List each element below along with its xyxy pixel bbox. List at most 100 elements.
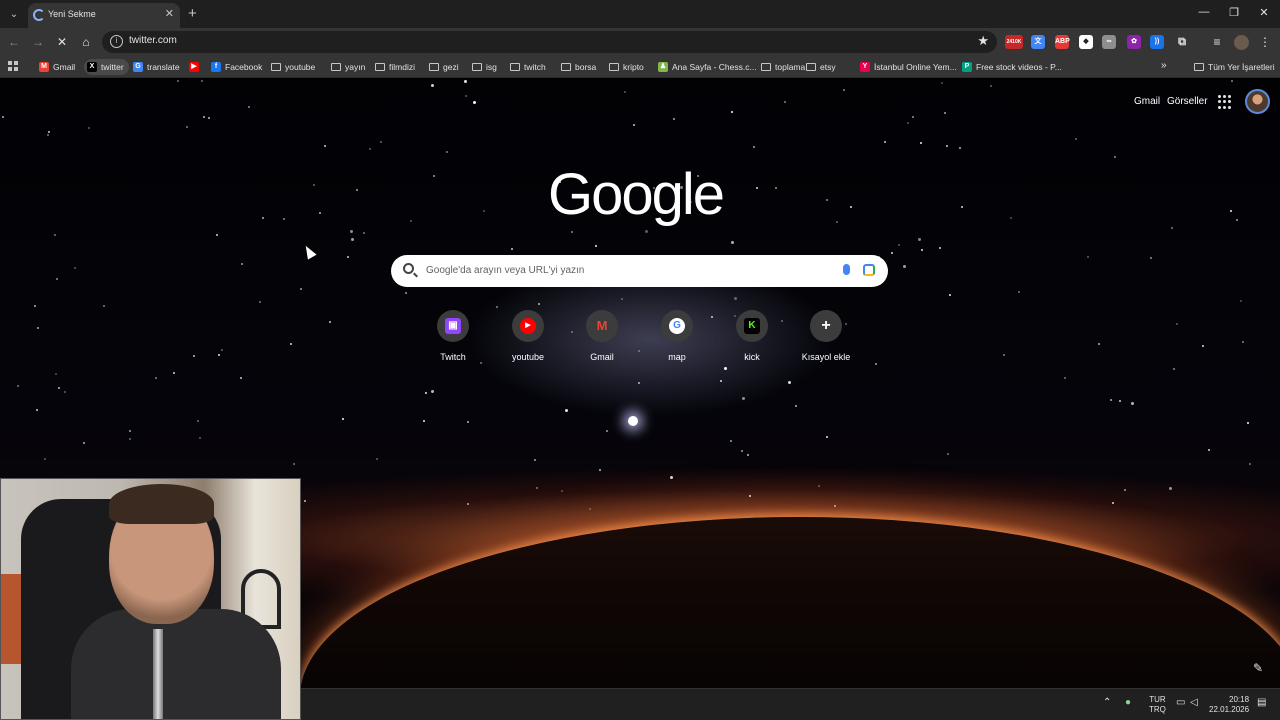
tab-search-chevron-icon[interactable]: ⌄ xyxy=(6,6,22,22)
bookmark-twitch[interactable]: twitch xyxy=(510,59,546,75)
glasses-ext-icon[interactable]: ∞ xyxy=(1102,35,1116,49)
microphone-tray-icon[interactable]: ● xyxy=(1125,697,1131,708)
all-bookmarks-folder[interactable]: Tüm Yer İşaretleri xyxy=(1194,59,1275,75)
close-window-button[interactable]: ✕ xyxy=(1256,6,1272,19)
restore-button[interactable]: ❐ xyxy=(1226,6,1242,19)
menu-kebab-icon[interactable]: ⋮ xyxy=(1256,33,1274,51)
reading-list-icon[interactable]: ≡ xyxy=(1208,33,1226,51)
bookmark-i-stanbul-online-yem[interactable]: Y İstanbul Online Yem... xyxy=(860,59,957,75)
x-icon: X xyxy=(87,62,97,72)
star xyxy=(939,247,942,250)
microphone-icon[interactable] xyxy=(843,264,850,275)
purple-ext-icon[interactable]: ✿ xyxy=(1127,35,1141,49)
new-tab-button[interactable]: + xyxy=(188,5,197,22)
star xyxy=(37,327,40,330)
star xyxy=(1208,448,1211,451)
google-account-avatar[interactable] xyxy=(1245,89,1270,114)
minimize-button[interactable]: — xyxy=(1196,6,1212,18)
bookmarks-bar: M Gmail Xtwitter Gtranslate ▶ f Facebook youtub… xyxy=(0,56,1280,78)
search-input[interactable]: Google'da arayın veya URL'yi yazın xyxy=(426,265,584,276)
star xyxy=(362,231,365,234)
gmail-link[interactable]: Gmail xyxy=(1134,96,1160,107)
extension-badge-icon[interactable]: 2410K xyxy=(1005,35,1023,49)
address-bar[interactable]: i twitter.com ★ xyxy=(102,31,997,53)
star xyxy=(410,220,413,223)
star xyxy=(561,490,564,493)
google-apps-icon[interactable] xyxy=(1218,95,1232,109)
bookmark-isg[interactable]: isg xyxy=(472,59,497,75)
shortcut-gmail[interactable]: M Gmail xyxy=(570,310,634,370)
bookmark-filmdizi[interactable]: filmdizi xyxy=(375,59,415,75)
bookmark-star-icon[interactable]: ★ xyxy=(977,33,989,49)
shortcut-map[interactable]: Gmap xyxy=(645,310,709,370)
shortcut-kick[interactable]: Kkick xyxy=(720,310,784,370)
folder-icon xyxy=(609,63,619,71)
shortcut-tile[interactable]: ▣ xyxy=(437,310,469,342)
star xyxy=(1246,422,1249,425)
wave-ext-icon[interactable]: )) xyxy=(1150,35,1164,49)
star xyxy=(128,438,131,441)
tray-overflow-chevron-icon[interactable]: ⌃ xyxy=(1103,697,1111,708)
star xyxy=(747,454,750,457)
shortcut-kısayol-ekle[interactable]: + Kısayol ekle xyxy=(794,310,858,370)
profile-avatar[interactable] xyxy=(1234,35,1249,50)
star xyxy=(1230,209,1233,212)
bookmark-facebook[interactable]: f Facebook xyxy=(211,59,262,75)
bookmark-free-stock-videos-p[interactable]: P Free stock videos - P... xyxy=(962,59,1062,75)
input-language-indicator[interactable]: TUR TRQ xyxy=(1149,695,1166,715)
home-icon[interactable]: ⌂ xyxy=(77,33,95,51)
bookmark-label: Gmail xyxy=(53,62,76,72)
images-link[interactable]: Görseller xyxy=(1167,96,1208,107)
google-logo: Google xyxy=(548,162,725,227)
site-info-icon[interactable]: i xyxy=(110,35,123,48)
network-icon[interactable]: ▭ xyxy=(1176,697,1185,708)
bookmark-borsa[interactable]: borsa xyxy=(561,59,596,75)
star xyxy=(734,296,738,300)
star xyxy=(945,145,948,148)
puzzle-icon[interactable]: ⧉ xyxy=(1175,35,1189,49)
forward-arrow-icon[interactable]: → xyxy=(29,33,47,51)
bookmark-gmail[interactable]: M Gmail xyxy=(39,59,75,75)
tab-new-tab[interactable]: Yeni Sekme ✕ xyxy=(28,3,180,28)
google-lens-icon[interactable] xyxy=(863,264,875,276)
back-arrow-icon[interactable]: ← xyxy=(5,33,23,51)
star xyxy=(1,116,4,119)
close-tab-icon[interactable]: ✕ xyxy=(165,7,174,20)
bookmark-ana-sayfa-chess-c[interactable]: ♟ Ana Sayfa - Chess.c... xyxy=(658,59,757,75)
bookmark-twitter[interactable]: Xtwitter xyxy=(84,59,129,75)
abp-icon[interactable]: ABP xyxy=(1055,35,1070,49)
clock-time: 20:18 xyxy=(1229,695,1250,704)
star xyxy=(1098,343,1101,346)
shortcut-youtube[interactable]: ▶ youtube xyxy=(496,310,560,370)
notifications-icon[interactable]: ▤ xyxy=(1257,697,1266,708)
bookmark-translate[interactable]: Gtranslate xyxy=(133,59,180,75)
star xyxy=(404,292,407,295)
bookmark-youtube[interactable]: youtube xyxy=(271,59,315,75)
more-bookmarks-chevron-icon[interactable]: » xyxy=(1161,60,1167,71)
bookmark-kripto[interactable]: kripto xyxy=(609,59,644,75)
bookmark-youtube-icon-only[interactable]: ▶ xyxy=(189,59,199,75)
gmail-icon: M xyxy=(596,318,608,333)
bookmark-gezi[interactable]: gezi xyxy=(429,59,459,75)
volume-icon[interactable]: ◁ xyxy=(1190,697,1198,708)
stop-loading-icon[interactable]: ✕ xyxy=(53,33,71,51)
shortcut-tile[interactable]: M xyxy=(586,310,618,342)
star xyxy=(482,209,485,212)
star xyxy=(422,420,425,423)
customize-pencil-icon[interactable]: ✎ xyxy=(1253,661,1263,675)
diamond-ext-icon[interactable]: ◆ xyxy=(1079,35,1093,49)
translate-ext-icon[interactable]: 文 xyxy=(1031,35,1045,49)
apps-shortcut-icon[interactable] xyxy=(8,61,18,71)
shortcut-tile[interactable]: K xyxy=(736,310,768,342)
bookmark-toplama[interactable]: toplama xyxy=(761,59,805,75)
shortcut-twitch[interactable]: ▣ Twitch xyxy=(421,310,485,370)
shortcut-tile[interactable]: ▶ xyxy=(512,310,544,342)
bookmark-yayın[interactable]: yayın xyxy=(331,59,365,75)
shortcut-tile[interactable]: + xyxy=(810,310,842,342)
star xyxy=(1123,489,1126,492)
shortcut-tile[interactable]: G xyxy=(661,310,693,342)
url-text[interactable]: twitter.com xyxy=(129,35,177,46)
system-clock[interactable]: 20:18 22.01.2026 xyxy=(1209,695,1249,715)
bookmark-etsy[interactable]: etsy xyxy=(806,59,836,75)
search-box[interactable]: Google'da arayın veya URL'yi yazın xyxy=(391,255,888,287)
